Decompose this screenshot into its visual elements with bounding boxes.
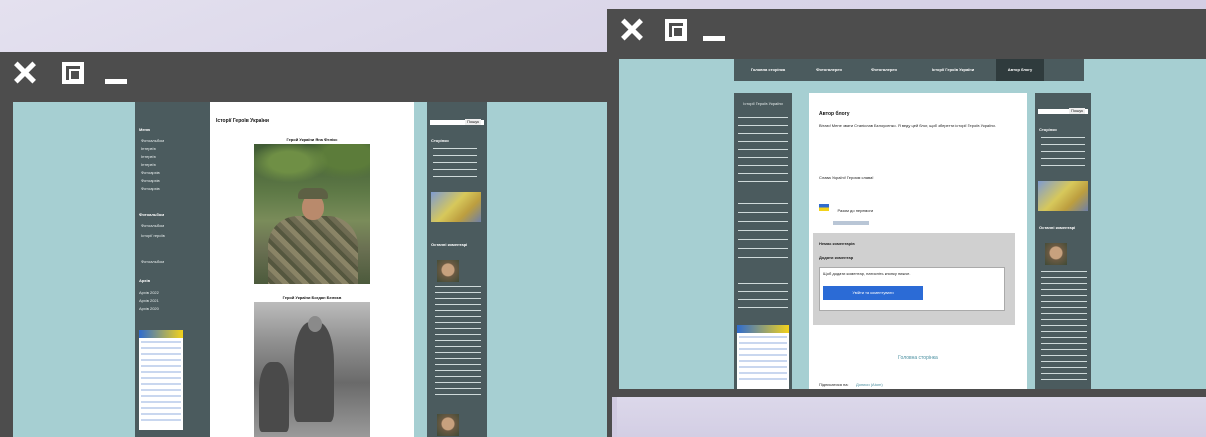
photo-caption: Герой України Яна Фелікс <box>286 137 338 142</box>
sidebar-item[interactable]: Інтерв'ю <box>141 154 156 160</box>
comment-box-subtitle: Додати коментар <box>819 255 854 260</box>
sidebar-item[interactable]: Фотоархів <box>141 186 160 192</box>
article-title: Автор блогу <box>819 111 850 117</box>
left-window: Меню Фотоальбом Інтерв'ю Інтерв'ю Інтерв… <box>0 52 612 437</box>
flag-label: Разом до перемоги <box>837 208 874 213</box>
sidebar-item[interactable]: Архів 2022 <box>139 290 159 296</box>
search-button[interactable]: Пошук <box>465 119 482 125</box>
sidebar-item[interactable]: Історії героїв <box>141 233 165 239</box>
sidebar-heading-photo: Фотоальбом <box>139 212 165 217</box>
sidebar-image[interactable] <box>1038 181 1088 211</box>
sidebar-item[interactable]: Інтерв'ю <box>141 146 156 152</box>
sidebar-item[interactable]: Фотоальбом <box>141 223 164 229</box>
comments-list <box>435 286 481 396</box>
subscribe-label: Підписатися на: <box>819 382 849 387</box>
right-left-sidebar: Історії Героїв України <box>734 93 792 389</box>
photo-caption: Герой України Богдан Беляєв <box>282 295 342 300</box>
nav-about[interactable]: Автор блогу <box>996 59 1044 81</box>
sidebar-banner[interactable] <box>139 330 183 430</box>
sidebar-item[interactable]: Фотоальбом <box>141 259 164 265</box>
sidebar-menu[interactable] <box>738 117 788 187</box>
subscribe-link[interactable]: Дописи (Atom) <box>856 382 883 387</box>
sidebar-heading-pages: Сторінки <box>1039 127 1057 132</box>
main-article: Автор блогу Вітаю! Мене звати Станіслав … <box>809 93 1027 389</box>
post-meta[interactable] <box>833 221 869 225</box>
sidebar-heading-comments: Останні коментарі <box>1039 225 1076 230</box>
home-link[interactable]: Головна сторінка <box>809 355 1027 361</box>
sidebar-item[interactable]: Архів 2020 <box>139 306 159 312</box>
sidebar-heading-menu: Меню <box>139 127 151 132</box>
pages-list[interactable] <box>1041 137 1085 167</box>
left-sidebar: Меню Фотоальбом Інтерв'ю Інтерв'ю Інтерв… <box>135 102 210 437</box>
article-paragraph: Слава Україні! Героям слава! <box>819 175 874 180</box>
flag-row: Разом до перемоги <box>819 199 873 217</box>
sidebar-heading-comments: Останні коментарі <box>431 242 468 247</box>
minimize-icon[interactable] <box>703 19 725 41</box>
left-window-content: Меню Фотоальбом Інтерв'ю Інтерв'ю Інтерв… <box>13 102 607 437</box>
maximize-icon[interactable] <box>62 62 84 84</box>
sidebar-item[interactable]: Фотоархів <box>141 170 160 176</box>
ukraine-flag-icon <box>819 204 829 212</box>
nav-gallery-2[interactable]: Фотогалерея <box>856 59 912 81</box>
pages-list[interactable] <box>433 148 477 178</box>
right-window: Головна сторінка Фотогалерея Фотогалерея… <box>607 9 1206 397</box>
hero-photo <box>254 144 370 284</box>
sidebar-banner[interactable] <box>737 325 789 389</box>
hero-photo-bw <box>254 302 370 437</box>
sidebar-item[interactable]: Фотоархів <box>141 178 160 184</box>
commenter-avatar[interactable] <box>437 260 459 282</box>
nav-home[interactable]: Головна сторінка <box>734 59 802 81</box>
top-nav: Головна сторінка Фотогалерея Фотогалерея… <box>734 59 1084 81</box>
article-paragraph: Вітаю! Мене звати Станіслав Бєлоусенко. … <box>819 123 996 128</box>
main-article: Історії Героїв України Герой України Яна… <box>210 102 414 437</box>
right-window-content: Головна сторінка Фотогалерея Фотогалерея… <box>619 59 1206 389</box>
commenter-avatar[interactable] <box>437 414 459 436</box>
sidebar-heading-archive: Архів <box>139 278 151 283</box>
comment-box: Немає коментарів Додати коментар Щоб дод… <box>813 233 1015 325</box>
sidebar-title: Історії Героїв України <box>743 101 783 106</box>
page-title: Історії Героїв України <box>216 118 269 124</box>
comment-form: Щоб додати коментар, натисніть кнопку ни… <box>819 267 1005 311</box>
minimize-icon[interactable] <box>105 62 127 84</box>
sidebar-item[interactable]: Архів 2021 <box>139 298 159 304</box>
left-window-titlebar <box>0 52 612 96</box>
close-icon[interactable] <box>621 19 643 41</box>
search-button[interactable]: Пошук <box>1069 108 1086 114</box>
right-window-titlebar <box>607 9 1206 53</box>
right-sidebar: Пошук Сторінки Останні коментарі <box>427 102 487 437</box>
comment-submit-button[interactable]: Увійти та коментувати <box>823 286 923 300</box>
soldier-figure <box>268 216 358 284</box>
sidebar-photo-menu[interactable] <box>738 203 788 263</box>
sidebar-archive[interactable] <box>738 283 788 313</box>
soldier-cap <box>298 188 328 199</box>
nav-hero-stories[interactable]: Історії Героїв України <box>912 59 994 81</box>
background-window-fragment <box>617 397 1206 437</box>
subscribe-row: Підписатися на: Дописи (Atom) <box>819 373 883 389</box>
commenter-avatar[interactable] <box>1045 243 1067 265</box>
nav-gallery[interactable]: Фотогалерея <box>802 59 856 81</box>
comment-box-title: Немає коментарів <box>819 241 855 246</box>
sidebar-item[interactable]: Інтерв'ю <box>141 162 156 168</box>
comment-text: Щоб додати коментар, натисніть кнопку ни… <box>823 271 911 276</box>
sidebar-heading-pages: Сторінки <box>431 138 449 143</box>
maximize-icon[interactable] <box>665 19 687 41</box>
right-right-sidebar: Пошук Сторінки Останні коментарі <box>1035 93 1091 389</box>
close-icon[interactable] <box>14 62 36 84</box>
sidebar-item[interactable]: Фотоальбом <box>141 138 164 144</box>
sidebar-image[interactable] <box>431 192 481 222</box>
comments-list <box>1041 271 1087 381</box>
